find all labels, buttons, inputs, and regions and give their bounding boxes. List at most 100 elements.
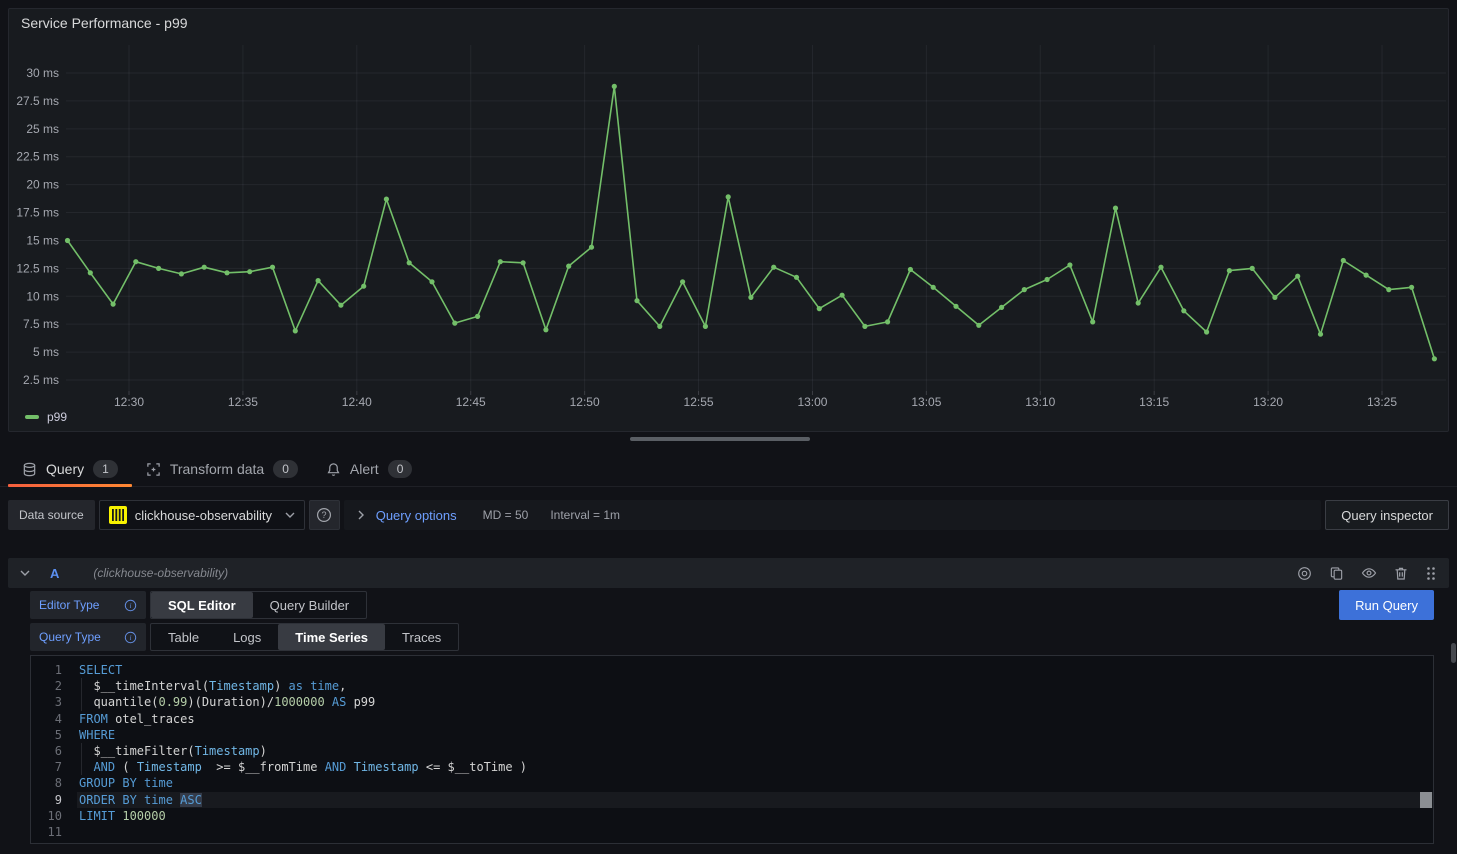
tab-alert-label: Alert [350,461,379,477]
legend-series-swatch [25,415,39,419]
svg-text:13:15: 13:15 [1139,395,1169,409]
drag-handle-icon[interactable] [1425,566,1437,581]
code-line[interactable]: 1SELECT [31,662,1433,678]
query-options-link[interactable]: Query options [376,508,457,523]
sql-code-editor[interactable]: 1SELECT2 $__timeInterval(Timestamp) as t… [30,655,1434,844]
svg-text:13:10: 13:10 [1025,395,1055,409]
svg-text:7.5 ms: 7.5 ms [23,317,59,331]
code-line[interactable]: 9ORDER BY time ASC [31,792,1433,808]
editor-tabs: Query 1 Transform data 0 Alert 0 [0,452,1457,487]
query-ref-id[interactable]: A [50,566,59,581]
query-type-group: Table Logs Time Series Traces [150,623,459,651]
query-type-option-time-series[interactable]: Time Series [278,624,385,650]
datasource-value: clickhouse-observability [135,508,272,523]
code-line[interactable]: 6 $__timeFilter(Timestamp) [31,743,1433,759]
chevron-down-icon [285,512,295,518]
legend-series-label[interactable]: p99 [47,410,67,424]
query-inspector-button[interactable]: Query inspector [1325,500,1449,530]
svg-text:12.5 ms: 12.5 ms [16,261,59,275]
svg-text:i: i [129,633,131,642]
tab-alert[interactable]: Alert 0 [312,452,426,486]
query-options-strip[interactable]: Query options MD = 50 Interval = 1m [344,500,1322,530]
svg-text:2.5 ms: 2.5 ms [23,373,59,387]
code-line[interactable]: 4FROM otel_traces [31,711,1433,727]
svg-text:13:25: 13:25 [1367,395,1397,409]
timeseries-panel: Service Performance - p99 30 ms 27.5 ms 25… [8,8,1449,432]
collapse-chevron-icon[interactable] [20,570,30,576]
hide-query-eye-icon[interactable] [1361,565,1377,581]
page-scrollbar-thumb[interactable] [1451,643,1456,663]
query-type-label-text: Query Type [39,630,101,644]
code-line[interactable]: 10LIMIT 100000 [31,808,1433,824]
query-type-option-traces[interactable]: Traces [385,624,458,650]
svg-text:13:05: 13:05 [911,395,941,409]
code-line[interactable]: 2 $__timeInterval(Timestamp) as time, [31,678,1433,694]
tab-query[interactable]: Query 1 [8,452,132,486]
editor-type-option-query-builder[interactable]: Query Builder [253,592,366,618]
chevron-right-icon[interactable] [358,510,364,520]
datasource-label: Data source [8,500,95,530]
tab-transform-label: Transform data [170,461,264,477]
svg-text:17.5 ms: 17.5 ms [16,206,59,220]
datasource-help-button[interactable]: ? [309,500,340,530]
svg-text:25 ms: 25 ms [26,122,59,136]
code-line[interactable]: 8GROUP BY time [31,775,1433,791]
query-datasource-hint: (clickhouse-observability) [93,566,228,580]
info-circle-icon[interactable]: i [124,631,137,644]
max-data-points-value: MD = 50 [483,508,529,522]
query-row-actions [1297,565,1437,581]
editor-type-group: SQL Editor Query Builder [150,591,367,619]
legend[interactable]: p99 [25,410,67,424]
datasource-bar: Data source clickhouse-observability ? [8,500,1449,530]
cursor-position-marker [1420,792,1432,808]
svg-text:?: ? [322,510,327,520]
duplicate-query-icon[interactable] [1329,566,1344,581]
record-circle-icon[interactable] [1297,566,1312,581]
series-line [68,86,1435,358]
svg-text:15 ms: 15 ms [26,233,59,247]
svg-text:12:55: 12:55 [684,395,714,409]
svg-text:22.5 ms: 22.5 ms [16,150,59,164]
code-lines[interactable]: 1SELECT2 $__timeInterval(Timestamp) as t… [31,656,1433,840]
svg-text:20 ms: 20 ms [26,178,59,192]
info-circle-icon[interactable]: i [124,599,137,612]
query-type-label: Query Type i [30,623,146,651]
svg-text:30 ms: 30 ms [26,66,59,80]
code-line[interactable]: 11 [31,824,1433,840]
svg-text:5 ms: 5 ms [33,345,59,359]
svg-text:10 ms: 10 ms [26,289,59,303]
panel-title[interactable]: Service Performance - p99 [21,15,188,31]
tab-alert-count-badge: 0 [388,460,413,478]
interval-value: Interval = 1m [550,508,620,522]
editor-type-label: Editor Type i [30,591,146,619]
clickhouse-logo-icon [109,506,127,524]
query-type-option-logs[interactable]: Logs [216,624,278,650]
run-query-button[interactable]: Run Query [1339,590,1434,620]
database-icon [22,462,37,477]
svg-text:12:40: 12:40 [342,395,372,409]
svg-text:13:00: 13:00 [797,395,827,409]
delete-query-trash-icon[interactable] [1394,566,1408,581]
svg-text:27.5 ms: 27.5 ms [16,94,59,108]
editor-type-option-sql-editor[interactable]: SQL Editor [151,592,253,618]
panel-resize-handle[interactable] [630,437,810,441]
svg-text:i: i [129,601,131,610]
process-icon [146,462,161,477]
code-line[interactable]: 3 quantile(0.99)(Duration)/1000000 AS p9… [31,694,1433,710]
datasource-picker[interactable]: clickhouse-observability [99,500,305,530]
tab-query-count-badge: 1 [93,460,118,478]
tab-transform-data[interactable]: Transform data 0 [132,452,312,486]
query-row-header[interactable]: A (clickhouse-observability) [8,558,1449,588]
tab-transform-count-badge: 0 [273,460,298,478]
tab-query-label: Query [46,461,84,477]
svg-text:13:20: 13:20 [1253,395,1283,409]
svg-text:12:45: 12:45 [456,395,486,409]
svg-text:12:30: 12:30 [114,395,144,409]
code-line[interactable]: 7 AND ( Timestamp >= $__fromTime AND Tim… [31,759,1433,775]
bell-icon [326,462,341,477]
timeseries-chart: 30 ms 27.5 ms 25 ms 22.5 ms 20 ms 17.5 ms 15 m… [9,9,1448,431]
code-line[interactable]: 5WHERE [31,727,1433,743]
editor-type-label-text: Editor Type [39,598,99,612]
svg-text:12:50: 12:50 [570,395,600,409]
query-type-option-table[interactable]: Table [151,624,216,650]
